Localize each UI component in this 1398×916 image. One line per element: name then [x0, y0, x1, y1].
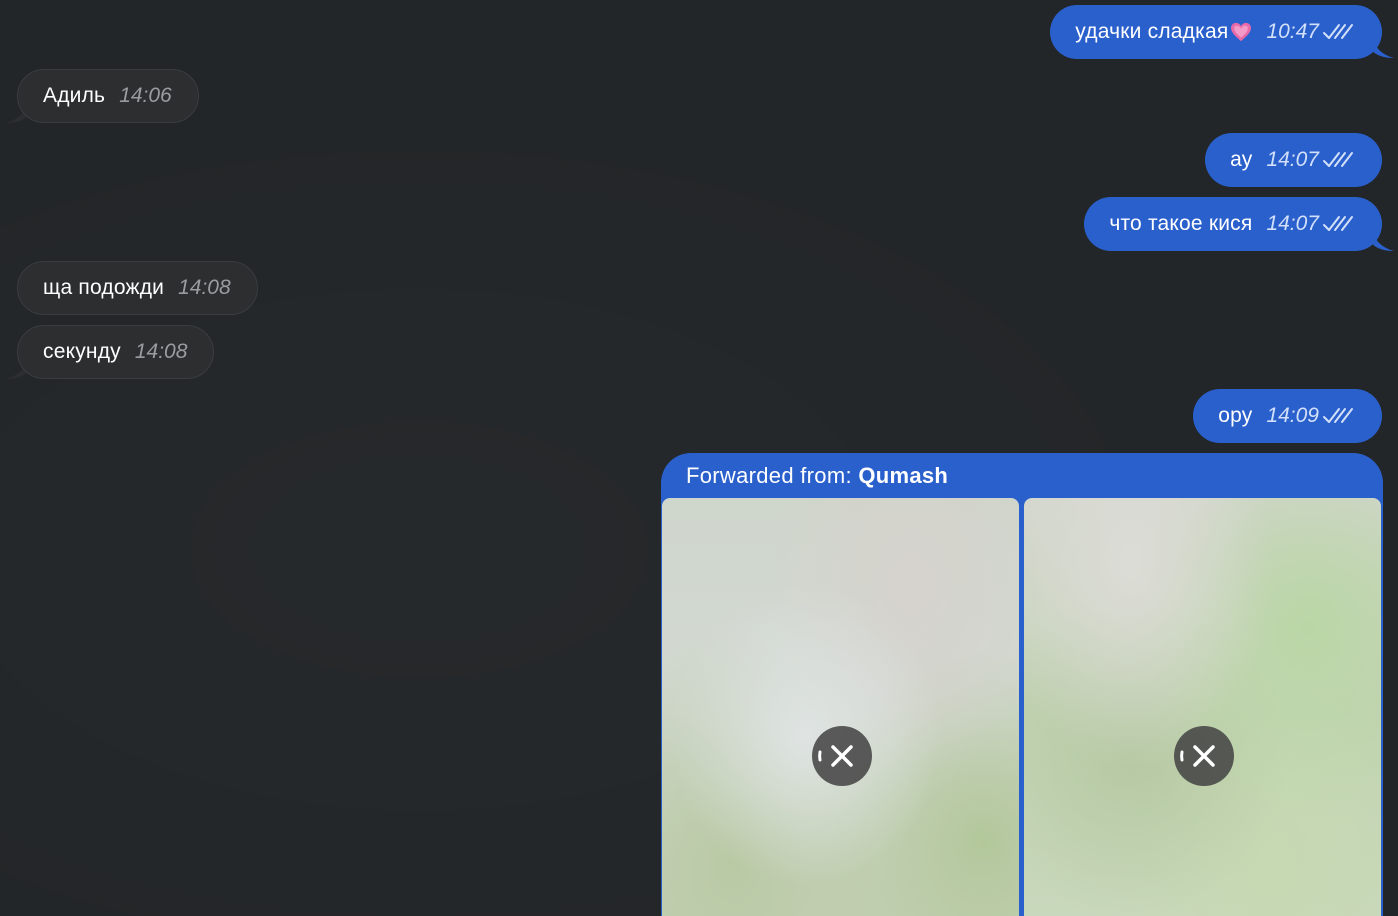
message-text: ау	[1230, 148, 1253, 171]
double-check-icon	[1323, 216, 1353, 231]
message-text: что такое кися	[1109, 212, 1253, 235]
message-text: ору	[1218, 404, 1253, 427]
media-thumbnail[interactable]	[662, 498, 1019, 916]
message-time: 14:08	[178, 276, 231, 299]
message-text: ща подожди	[43, 276, 165, 299]
message-text: удачки сладкая	[1075, 20, 1229, 43]
message-outgoing[interactable]: удачки сладкая 10:47	[1050, 5, 1382, 59]
message-time: 14:06	[119, 84, 172, 107]
cancel-download-button[interactable]	[1174, 726, 1234, 786]
double-check-icon	[1323, 408, 1353, 423]
message-text: Адиль	[43, 84, 106, 107]
close-icon	[1180, 745, 1215, 767]
message-outgoing[interactable]: ау 14:07	[1205, 133, 1382, 187]
chat-view[interactable]: удачки сладкая 10:47 Адиль 14:06 ау 14:0…	[0, 0, 1398, 916]
message-incoming[interactable]: секунду 14:08	[17, 325, 215, 379]
message-time: 14:07	[1266, 212, 1319, 235]
close-icon	[818, 745, 853, 767]
double-check-icon	[1323, 24, 1353, 39]
message-time: 14:09	[1266, 404, 1319, 427]
cancel-download-button[interactable]	[812, 726, 872, 786]
heart-emoji	[1231, 22, 1252, 42]
message-text: секунду	[43, 340, 121, 363]
message-time: 14:08	[134, 340, 188, 363]
message-time: 14:07	[1266, 148, 1319, 171]
message-incoming[interactable]: Адиль 14:06	[17, 69, 199, 123]
forwarded-prefix: Forwarded from:	[686, 463, 852, 488]
forwarded-header[interactable]: Forwarded from: Qumash	[686, 463, 948, 489]
double-check-icon	[1323, 152, 1353, 167]
forwarded-source[interactable]: Qumash	[858, 463, 948, 488]
message-time: 10:47	[1266, 20, 1319, 43]
media-thumbnail[interactable]	[1024, 498, 1381, 916]
message-outgoing[interactable]: что такое кися 14:07	[1084, 197, 1382, 251]
forwarded-message[interactable]: Forwarded from: Qumash	[661, 453, 1383, 916]
message-outgoing[interactable]: ору 14:09	[1193, 389, 1382, 443]
message-incoming[interactable]: ща подожди 14:08	[17, 261, 258, 315]
